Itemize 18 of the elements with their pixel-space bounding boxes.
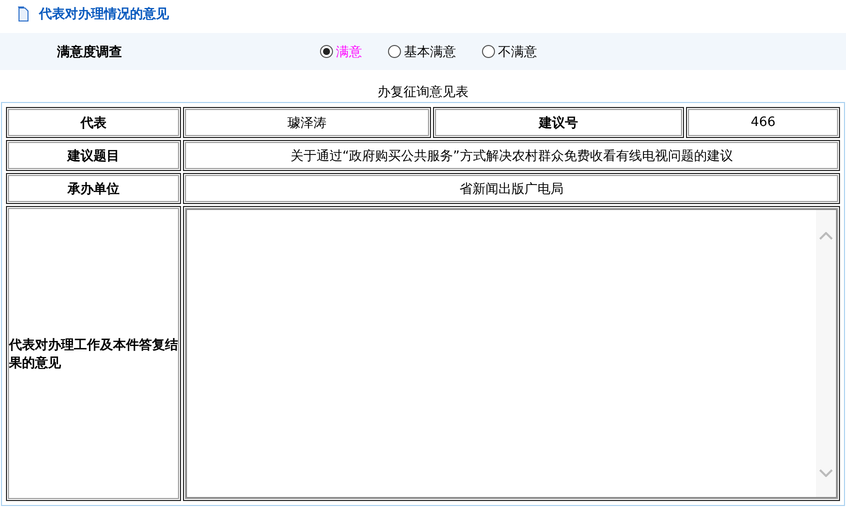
scroll-up-icon[interactable] xyxy=(819,232,833,240)
radio-option[interactable]: 不满意 xyxy=(482,42,537,60)
field-label: 建议题目 xyxy=(6,140,182,171)
field-label: 代表对办理工作及本件答复结果的意见 xyxy=(6,206,182,501)
section-title: 代表对办理情况的意见 xyxy=(39,6,169,23)
field-label: 建议号 xyxy=(432,107,684,138)
form-title: 办复征询意见表 xyxy=(378,85,468,100)
survey-label: 满意度调查 xyxy=(57,44,122,60)
document-icon xyxy=(17,6,29,22)
field-value: 466 xyxy=(686,107,840,138)
field-label: 承办单位 xyxy=(6,173,182,204)
radio-option[interactable]: 基本满意 xyxy=(388,42,456,60)
answer-box[interactable] xyxy=(186,209,837,498)
field-label: 代表 xyxy=(6,107,182,138)
field-value: 关于通过“政府购买公共服务”方式解决农村群众免费收看有线电视问题的建议 xyxy=(183,140,840,171)
field-value: 璩泽涛 xyxy=(183,107,431,138)
field-value: 省新闻出版广电局 xyxy=(183,173,840,204)
scroll-down-icon[interactable] xyxy=(819,469,833,477)
